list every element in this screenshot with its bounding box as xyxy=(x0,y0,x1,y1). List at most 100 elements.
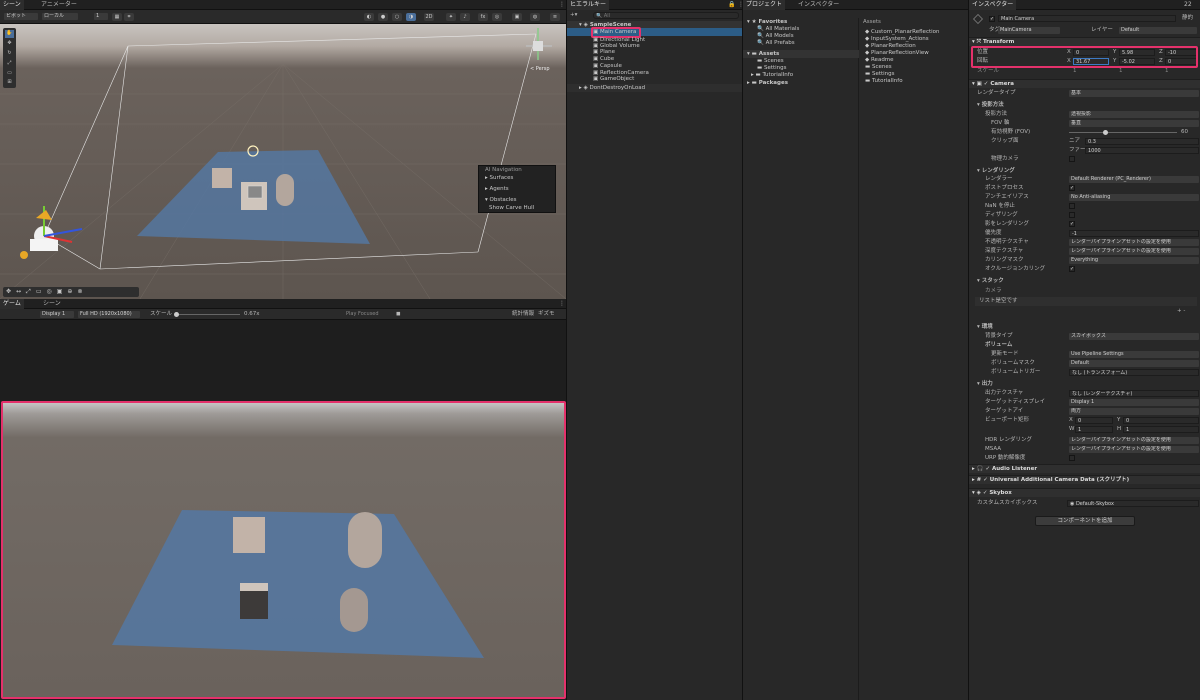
layer-dropdown[interactable]: Default xyxy=(1119,27,1197,34)
scale-y[interactable]: 1 xyxy=(1119,67,1123,75)
tab-inspector[interactable]: インスペクター xyxy=(969,0,1017,10)
scale-z[interactable]: 1 xyxy=(1165,67,1169,75)
priority-field[interactable]: -1 xyxy=(1069,230,1199,237)
skybox-header[interactable]: ▾ ◈ ✓ Skybox xyxy=(969,488,1200,497)
toolbar-icons[interactable]: ✥↔⤢▭◎▣⊕⊗ xyxy=(6,287,87,297)
lit-icon[interactable]: ◑ xyxy=(406,13,416,21)
scene-viewport[interactable]: < Persp ✋ ✥ ↻ ⤢ ▭ ⊞ AI Navigation ▸ Surf… xyxy=(0,24,566,299)
far-field[interactable]: 1000 xyxy=(1085,147,1199,154)
fov-axis-dropdown[interactable]: 垂直 xyxy=(1069,120,1199,127)
depth-dropdown[interactable]: レンダーパイプラインアセットの設定を使用 xyxy=(1069,248,1199,255)
render-type-dropdown[interactable]: 基本 xyxy=(1069,90,1199,97)
file-tutorialinfo[interactable]: ▬ TutorialInfo xyxy=(865,77,903,85)
fov-value[interactable]: 60 xyxy=(1181,128,1188,136)
out-tex-field[interactable]: なし (レンダーテクスチャ) xyxy=(1069,390,1199,397)
play-focused-dropdown[interactable]: Play Focused xyxy=(344,311,390,318)
lighting-icon[interactable]: ✦ xyxy=(446,13,456,21)
snap-icon[interactable]: ⌗ xyxy=(124,13,134,21)
stack-list[interactable]: リスト是空です xyxy=(975,297,1197,306)
gizmos-icon[interactable]: ◍ xyxy=(530,13,540,21)
assets-breadcrumb[interactable]: Assets xyxy=(863,18,881,26)
hierarchy-search-input[interactable]: 🔍 All xyxy=(593,12,739,19)
fx-icon[interactable]: fx xyxy=(478,13,488,21)
stack-header[interactable]: ▾ スタック xyxy=(977,277,1004,285)
vp-h-field[interactable]: 1 xyxy=(1123,426,1199,433)
folder-tutorialinfo[interactable]: ▸ ▬ TutorialInfo xyxy=(751,71,793,79)
scale-tool-icon[interactable]: ⤢ xyxy=(5,60,14,68)
active-checkbox[interactable]: ✓ xyxy=(989,16,995,22)
add-icon[interactable]: +▾ xyxy=(570,11,577,19)
vmask-dropdown[interactable]: Default xyxy=(1069,360,1199,367)
dither-checkbox[interactable] xyxy=(1069,212,1075,218)
aa-dropdown[interactable]: No Anti-aliasing xyxy=(1069,194,1199,201)
hierarchy-item-gameobject[interactable]: ▣ GameObject xyxy=(567,75,634,83)
nan-checkbox[interactable] xyxy=(1069,203,1075,209)
urp-checkbox[interactable] xyxy=(1069,455,1075,461)
audio-icon[interactable]: ♪ xyxy=(460,13,470,21)
renderer-dropdown[interactable]: Default Renderer (PC_Renderer) xyxy=(1069,176,1199,183)
projection-header[interactable]: ▾ 投影方法 xyxy=(977,101,1004,109)
pivot-dropdown[interactable]: ピボット xyxy=(4,13,38,20)
move-tool-icon[interactable]: ✥ xyxy=(5,40,14,48)
shadow-checkbox[interactable]: ✓ xyxy=(1069,221,1075,227)
hand-tool-icon[interactable]: ✋ xyxy=(5,30,14,38)
camera-icon[interactable]: ▣ xyxy=(512,13,522,21)
dont-destroy-on-load[interactable]: ▸ ◈ DontDestroyOnLoad xyxy=(567,84,742,92)
vp-w-field[interactable]: 1 xyxy=(1075,426,1113,433)
wireframe-icon[interactable]: ○ xyxy=(392,13,402,21)
rotate-tool-icon[interactable]: ↻ xyxy=(5,50,14,58)
target-eye-dropdown[interactable]: 両方 xyxy=(1069,408,1199,415)
proj-method-dropdown[interactable]: 透視投影 xyxy=(1069,111,1199,118)
post-checkbox[interactable]: ✓ xyxy=(1069,185,1075,191)
ai-nav-surfaces[interactable]: ▸ Surfaces xyxy=(485,174,513,182)
skybox-field[interactable]: ◉ Default-Skybox xyxy=(1067,500,1199,507)
hdr-dropdown[interactable]: レンダーパイプラインアセットの設定を使用 xyxy=(1069,437,1199,444)
transform-tool-icon[interactable]: ⊞ xyxy=(5,79,14,87)
space-dropdown[interactable]: ローカル xyxy=(42,13,78,20)
environment-header[interactable]: ▾ 環境 xyxy=(977,323,993,331)
2d-toggle-icon[interactable]: 2D xyxy=(424,13,434,21)
hidden-icon[interactable]: ◎ xyxy=(492,13,502,21)
culling-dropdown[interactable]: Everything xyxy=(1069,257,1199,264)
shaded-icon[interactable]: ● xyxy=(378,13,388,21)
ai-nav-obstacles[interactable]: ▾ Obstacles xyxy=(485,196,517,204)
fav-all-prefabs[interactable]: 🔍 All Prefabs xyxy=(757,39,795,47)
near-field[interactable]: 0.3 xyxy=(1085,138,1199,145)
ai-nav-agents[interactable]: ▸ Agents xyxy=(485,185,509,193)
tab-hierarchy[interactable]: ヒエラルキー xyxy=(567,0,610,10)
vtrigger-field[interactable]: なし (トランスフォーム) xyxy=(1069,369,1199,376)
tab-animator[interactable]: アニメーター xyxy=(38,0,80,10)
tab-scene[interactable]: シーン xyxy=(0,0,24,10)
fov-slider[interactable] xyxy=(1069,130,1177,135)
tag-dropdown[interactable]: MainCamera xyxy=(998,27,1060,34)
scale-x[interactable]: 1 xyxy=(1073,67,1077,75)
vp-x-field[interactable]: 0 xyxy=(1075,417,1113,424)
snap-field[interactable]: 1 xyxy=(94,13,108,20)
static-toggle[interactable]: 静的 xyxy=(1182,14,1193,22)
resolution-dropdown[interactable]: Full HD (1920x1080) xyxy=(78,311,140,318)
uacd-header[interactable]: ▸ # ✓ Universal Additional Camera Data (… xyxy=(969,475,1200,484)
msaa-dropdown[interactable]: レンダーパイプラインアセットの設定を使用 xyxy=(1069,446,1199,453)
layers-icon[interactable]: ≡ xyxy=(550,13,560,21)
draw-mode-icon[interactable]: ◐ xyxy=(364,13,374,21)
audio-listener-header[interactable]: ▸ 🎧 ✓ Audio Listener xyxy=(969,464,1200,473)
persp-label[interactable]: < Persp xyxy=(530,66,550,72)
output-header[interactable]: ▾ 出力 xyxy=(977,380,993,388)
object-name-field[interactable]: Main Camera xyxy=(998,15,1176,22)
display-dropdown[interactable]: Display 1 xyxy=(40,311,74,318)
tab-inspector-2[interactable]: インスペクター xyxy=(795,0,842,10)
transform-header[interactable]: ▾ ⤧ Transform xyxy=(969,37,1200,46)
rendering-header[interactable]: ▾ レンダリング xyxy=(977,167,1015,175)
opaque-dropdown[interactable]: レンダーパイプラインアセットの設定を使用 xyxy=(1069,239,1199,246)
audio-mute-icon[interactable]: ◼ xyxy=(396,310,401,318)
target-display-dropdown[interactable]: Display 1 xyxy=(1069,399,1199,406)
add-component-button[interactable]: コンポーネントを追加 xyxy=(1035,516,1135,526)
packages-folder[interactable]: ▸ ▬ Packages xyxy=(747,79,788,87)
rect-tool-icon[interactable]: ▭ xyxy=(5,70,14,78)
occlusion-checkbox[interactable]: ✓ xyxy=(1069,266,1075,272)
physical-checkbox[interactable] xyxy=(1069,156,1075,162)
gizmos-button[interactable]: ギズモ xyxy=(538,310,555,318)
stack-add-icon[interactable]: + - xyxy=(1177,307,1185,315)
tab-scene-2[interactable]: シーン xyxy=(40,299,64,309)
stats-button[interactable]: 統計情報 xyxy=(512,310,534,318)
